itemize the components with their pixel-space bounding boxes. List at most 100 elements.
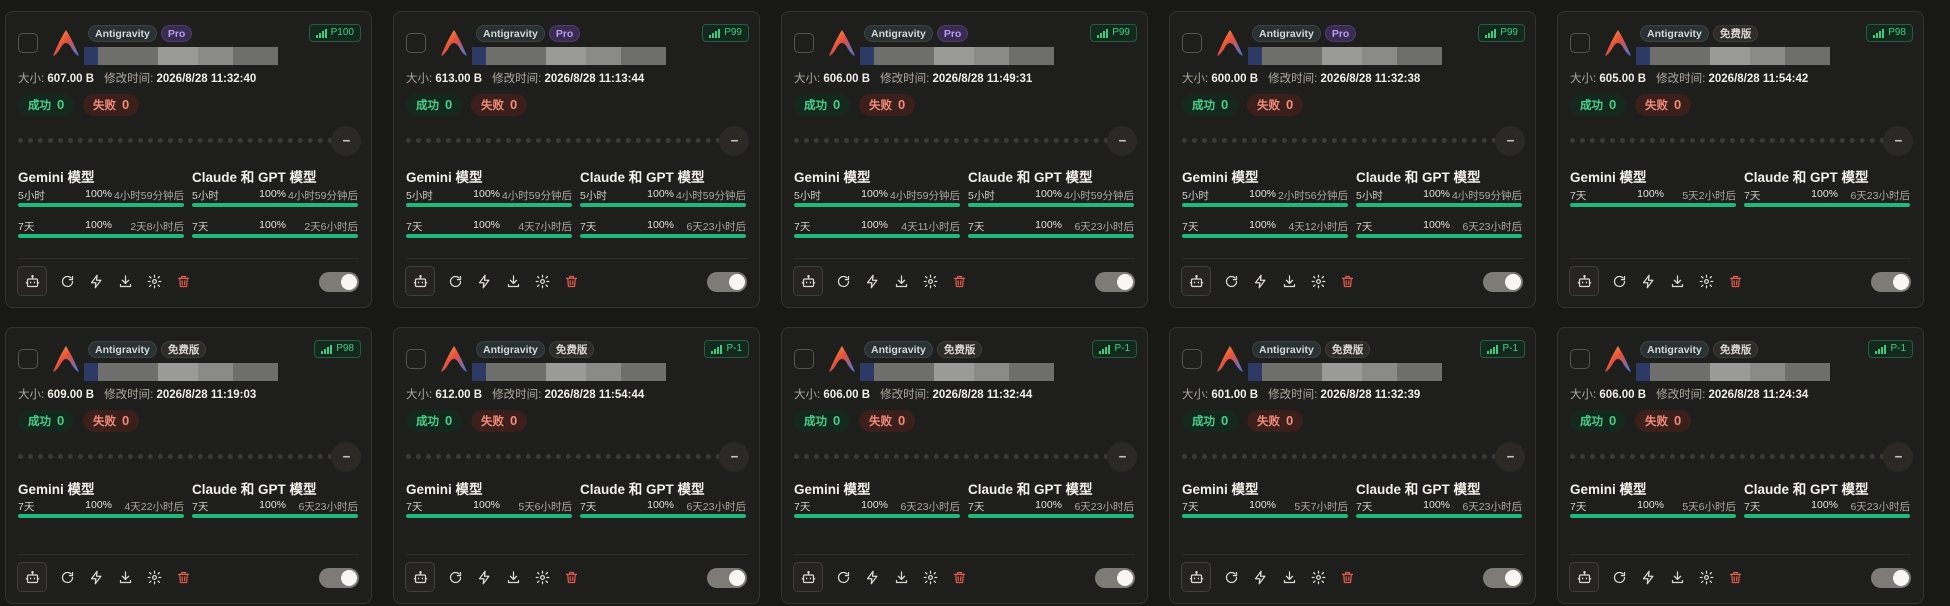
enable-toggle[interactable] [1483,568,1523,588]
file-size: 607.00 B [47,73,95,85]
settings-button[interactable] [917,564,943,590]
bot-button[interactable] [1181,562,1211,592]
enable-toggle[interactable] [707,272,747,292]
refresh-button[interactable] [1606,268,1632,294]
enable-toggle[interactable] [1095,568,1135,588]
settings-button[interactable] [141,268,167,294]
refresh-button[interactable] [830,564,856,590]
select-checkbox[interactable] [18,349,38,369]
select-checkbox[interactable] [1182,33,1202,53]
refresh-button[interactable] [442,268,468,294]
enable-toggle[interactable] [1095,272,1135,292]
gemini-section-title: Gemini 模型 [1182,170,1259,185]
bot-icon [413,570,428,585]
trash-button[interactable] [1722,564,1748,590]
select-checkbox[interactable] [1182,349,1202,369]
claude-section-title: Claude 和 GPT 模型 [1744,170,1869,185]
refresh-button[interactable] [54,268,80,294]
bot-button[interactable] [793,562,823,592]
more-button[interactable]: -- [719,442,749,472]
zap-button[interactable] [1635,564,1661,590]
settings-button[interactable] [1693,564,1719,590]
enable-toggle[interactable] [1871,272,1911,292]
zap-button[interactable] [83,564,109,590]
download-button[interactable] [500,564,526,590]
trash-button[interactable] [170,564,196,590]
trash-button[interactable] [170,268,196,294]
refresh-button[interactable] [442,564,468,590]
bot-button[interactable] [405,266,435,296]
settings-button[interactable] [1305,564,1331,590]
select-checkbox[interactable] [406,33,426,53]
trash-button[interactable] [1722,268,1748,294]
bot-button[interactable] [793,266,823,296]
download-button[interactable] [1664,564,1690,590]
settings-button[interactable] [1305,268,1331,294]
settings-button[interactable] [529,268,555,294]
download-button[interactable] [1276,564,1302,590]
refresh-button[interactable] [1218,564,1244,590]
refresh-button[interactable] [1606,564,1632,590]
settings-button[interactable] [917,268,943,294]
select-checkbox[interactable] [18,33,38,53]
account-email-redacted [1248,363,1442,381]
trash-button[interactable] [1334,268,1360,294]
download-button[interactable] [500,268,526,294]
download-button[interactable] [1664,268,1690,294]
zap-button[interactable] [1247,268,1273,294]
zap-button[interactable] [1635,268,1661,294]
enable-toggle[interactable] [707,568,747,588]
settings-icon [1699,570,1714,585]
more-button[interactable]: -- [1883,126,1913,156]
download-button[interactable] [888,268,914,294]
trash-button[interactable] [558,268,584,294]
enable-toggle[interactable] [1871,568,1911,588]
more-button[interactable]: -- [331,442,361,472]
select-checkbox[interactable] [794,349,814,369]
settings-button[interactable] [1693,268,1719,294]
download-button[interactable] [888,564,914,590]
more-button[interactable]: -- [1107,442,1137,472]
settings-button[interactable] [141,564,167,590]
select-checkbox[interactable] [1570,349,1590,369]
download-button[interactable] [112,564,138,590]
refresh-button[interactable] [54,564,80,590]
select-checkbox[interactable] [406,349,426,369]
enable-toggle[interactable] [319,568,359,588]
file-meta: 大小: 606.00 B 修改时间: 2026/8/28 11:49:31 [794,70,1032,86]
download-button[interactable] [112,268,138,294]
claude-section-title: Claude 和 GPT 模型 [1356,170,1481,185]
antigravity-logo [438,28,470,58]
enable-toggle[interactable] [1483,272,1523,292]
enable-toggle[interactable] [319,272,359,292]
trash-button[interactable] [946,564,972,590]
more-button[interactable]: -- [1495,442,1525,472]
trash-button[interactable] [558,564,584,590]
bot-button[interactable] [1569,562,1599,592]
settings-button[interactable] [529,564,555,590]
quota-percent: 100% [1637,499,1664,511]
select-checkbox[interactable] [1570,33,1590,53]
more-button[interactable]: -- [1883,442,1913,472]
trash-button[interactable] [946,268,972,294]
more-button[interactable]: -- [331,126,361,156]
zap-button[interactable] [1247,564,1273,590]
more-button[interactable]: -- [1495,126,1525,156]
refresh-button[interactable] [830,268,856,294]
bot-button[interactable] [17,562,47,592]
refresh-button[interactable] [1218,268,1244,294]
more-button[interactable]: -- [719,126,749,156]
select-checkbox[interactable] [794,33,814,53]
zap-button[interactable] [471,268,497,294]
bot-button[interactable] [405,562,435,592]
bot-button[interactable] [1569,266,1599,296]
trash-button[interactable] [1334,564,1360,590]
zap-button[interactable] [859,564,885,590]
more-button[interactable]: -- [1107,126,1137,156]
zap-button[interactable] [83,268,109,294]
download-button[interactable] [1276,268,1302,294]
zap-button[interactable] [471,564,497,590]
bot-button[interactable] [1181,266,1211,296]
zap-button[interactable] [859,268,885,294]
bot-button[interactable] [17,266,47,296]
